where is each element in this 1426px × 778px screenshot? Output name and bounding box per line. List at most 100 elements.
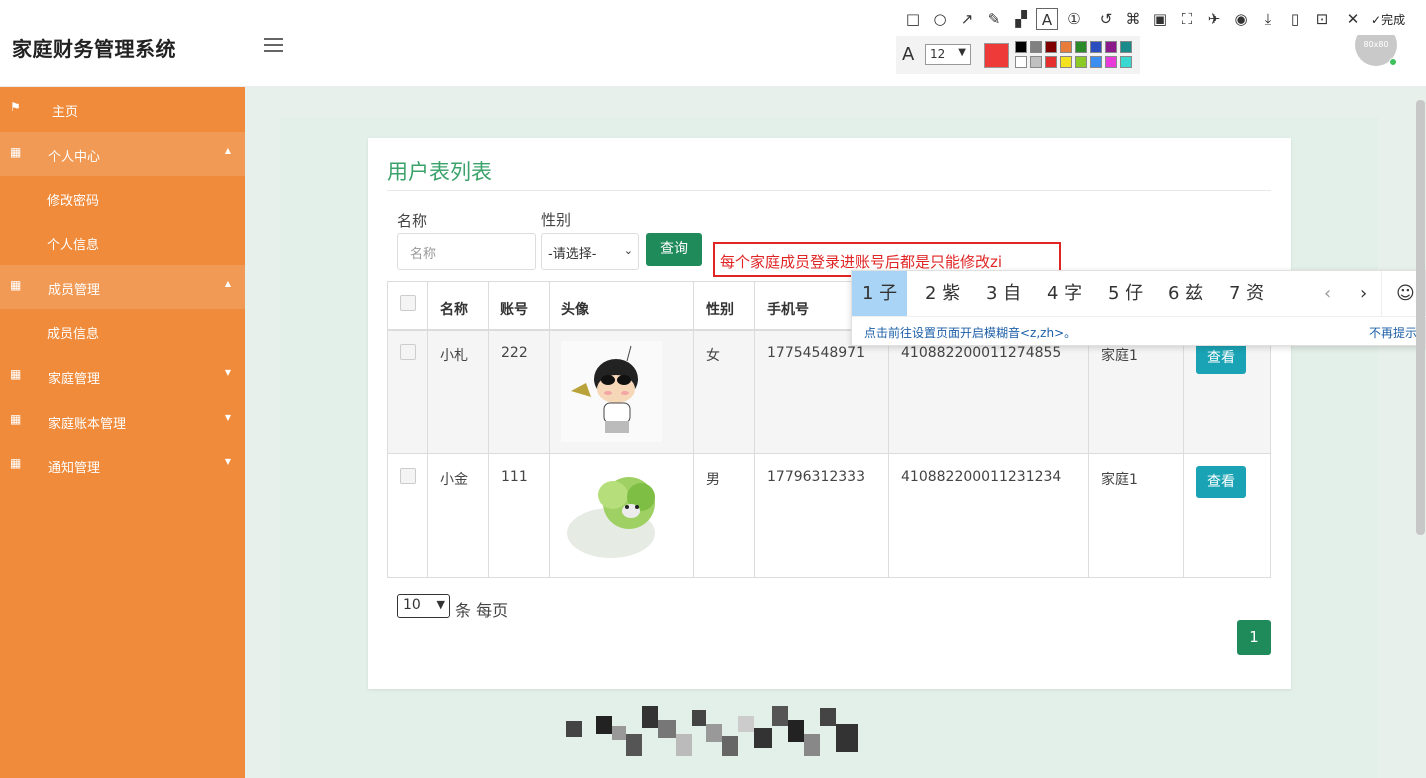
chevron-up-icon: ▲	[224, 279, 231, 288]
translate-icon[interactable]: ▣	[1149, 8, 1171, 30]
ime-candidate[interactable]: 1 子	[852, 271, 908, 316]
flag-icon: ⚑	[10, 100, 21, 114]
color-swatch[interactable]	[1105, 56, 1117, 68]
close-icon[interactable]: ✕	[1342, 8, 1364, 30]
phone-icon[interactable]: ▯	[1284, 8, 1306, 30]
ocr-icon[interactable]: ⌘	[1122, 8, 1144, 30]
color-swatch[interactable]	[1030, 56, 1042, 68]
sidebar-item-personal-info[interactable]: 个人信息	[0, 220, 245, 264]
page-title: 用户表列表	[387, 160, 492, 184]
color-swatch[interactable]	[1060, 41, 1072, 53]
number-tool-icon[interactable]: ①	[1063, 8, 1085, 30]
chevron-down-icon: ▼	[958, 47, 966, 58]
sidebar-item-home[interactable]: ⚑ 主页	[0, 87, 245, 131]
sidebar-item-family-management[interactable]: ▦ 家庭管理 ▼	[0, 354, 245, 398]
sidebar-item-family-ledger[interactable]: ▦ 家庭账本管理 ▼	[0, 399, 245, 443]
sidebar-item-personal-center[interactable]: ▦ 个人中心 ▲	[0, 132, 245, 176]
color-swatch[interactable]	[1090, 56, 1102, 68]
color-swatch[interactable]	[1045, 41, 1057, 53]
color-swatch[interactable]	[1075, 56, 1087, 68]
pencil-tool-icon[interactable]: ✎	[983, 8, 1005, 30]
record-icon[interactable]: ◉	[1230, 8, 1252, 30]
long-screenshot-icon[interactable]: ⛶	[1176, 8, 1198, 30]
ime-hint-link[interactable]: 点击前往设置页面开启模糊音<z,zh>。	[864, 324, 1076, 341]
sidebar-item-notice-management[interactable]: ▦ 通知管理 ▼	[0, 443, 245, 487]
current-color-swatch[interactable]	[984, 43, 1009, 68]
column-header-gender: 性别	[706, 302, 734, 318]
ime-candidate[interactable]: 5 仔	[1098, 271, 1153, 316]
color-swatch[interactable]	[1120, 56, 1132, 68]
grid-icon: ▦	[10, 412, 22, 426]
color-swatch[interactable]	[1120, 41, 1132, 53]
cell-id-number: 410882200011274855	[901, 345, 1062, 361]
cell-name: 小金	[440, 472, 468, 488]
ime-candidate[interactable]: 3 自	[976, 271, 1031, 316]
sidebar-item-member-management[interactable]: ▦ 成员管理 ▲	[0, 265, 245, 309]
sidebar-item-member-info[interactable]: 成员信息	[0, 309, 245, 353]
page-size-suffix: 条 每页	[455, 601, 509, 620]
view-button[interactable]: 查看	[1196, 466, 1246, 498]
search-button[interactable]: 查询	[646, 233, 702, 266]
ime-candidate[interactable]: 6 兹	[1158, 271, 1213, 316]
cell-account: 222	[501, 345, 528, 361]
chevron-right-icon[interactable]: ›	[1360, 271, 1367, 316]
ime-candidate[interactable]: 2 紫	[915, 271, 970, 316]
color-swatch[interactable]	[1015, 41, 1027, 53]
gender-filter-select[interactable]: -请选择- ⌄	[541, 233, 639, 270]
grid-icon: ▦	[10, 367, 22, 381]
view-button[interactable]: 查看	[1196, 342, 1246, 374]
page-size-select[interactable]: 10 ▼	[397, 594, 450, 618]
undo-icon[interactable]: ↺	[1095, 8, 1117, 30]
column-header-avatar: 头像	[561, 302, 589, 318]
ime-dismiss-link[interactable]: 不再提示	[1369, 324, 1417, 341]
ime-candidate[interactable]: 4 字	[1037, 271, 1092, 316]
bookmark-icon[interactable]: ⊡	[1311, 8, 1333, 30]
cell-phone: 17796312333	[767, 469, 865, 485]
gender-filter-label: 性别	[541, 211, 572, 229]
rectangle-tool-icon[interactable]: □	[902, 8, 924, 30]
chevron-down-icon: ▼	[224, 457, 231, 466]
row-checkbox[interactable]	[400, 468, 416, 484]
sidebar-item-change-password[interactable]: 修改密码	[0, 176, 245, 220]
chevron-down-icon: ▼	[436, 598, 445, 611]
menu-toggle-icon[interactable]	[264, 38, 283, 52]
cell-id-number: 410882200011231234	[901, 469, 1062, 485]
color-swatch[interactable]	[1045, 56, 1057, 68]
name-filter-input[interactable]: 名称	[397, 233, 536, 270]
color-swatch[interactable]	[1105, 41, 1117, 53]
ime-candidate[interactable]: 7 资	[1219, 271, 1274, 316]
select-all-checkbox[interactable]	[400, 295, 416, 311]
page-number-button[interactable]: 1	[1237, 620, 1271, 655]
chevron-down-icon: ▼	[224, 368, 231, 377]
download-icon[interactable]: ⤓	[1257, 8, 1279, 30]
app-title: 家庭财务管理系统	[12, 37, 176, 61]
font-size-select[interactable]: 12 ▼	[925, 44, 971, 65]
grid-icon: ▦	[10, 456, 22, 470]
color-swatch[interactable]	[1090, 41, 1102, 53]
grid-icon: ▦	[10, 145, 22, 159]
cell-phone: 17754548971	[767, 345, 865, 361]
pin-icon[interactable]: ✈	[1203, 8, 1225, 30]
mosaic-tool-icon[interactable]: ▞	[1010, 8, 1032, 30]
ime-candidate-window: 1 子 2 紫 3 自 4 字 5 仔 6 兹 7 资 ‹ › ☺ 点击前往设置…	[851, 270, 1426, 346]
color-swatch[interactable]	[1060, 56, 1072, 68]
cell-family: 家庭1	[1101, 348, 1138, 364]
column-header-phone: 手机号	[767, 302, 809, 318]
scrollbar-thumb[interactable]	[1416, 100, 1425, 535]
emoji-icon[interactable]: ☺	[1396, 271, 1415, 316]
screenshot-toolbar: □ ○ ↗ ✎ ▞ A ① ↺ ⌘ ▣ ⛶ ✈ ◉ ⤓ ▯ ⊡ ✕ ✓完成	[896, 5, 1426, 35]
arrow-tool-icon[interactable]: ↗	[956, 8, 978, 30]
done-button[interactable]: ✓完成	[1371, 11, 1405, 28]
ellipse-tool-icon[interactable]: ○	[929, 8, 951, 30]
chevron-left-icon[interactable]: ‹	[1324, 271, 1331, 316]
cell-gender: 女	[706, 348, 720, 364]
font-style-bar: A 12 ▼	[896, 36, 1140, 74]
color-swatch[interactable]	[1075, 41, 1087, 53]
row-checkbox[interactable]	[400, 344, 416, 360]
check-icon: ✓	[1371, 13, 1382, 27]
chevron-down-icon: ▼	[224, 413, 231, 422]
color-swatch[interactable]	[1030, 41, 1042, 53]
color-swatch[interactable]	[1015, 56, 1027, 68]
text-tool-icon[interactable]: A	[1036, 8, 1058, 30]
grid-icon: ▦	[10, 278, 22, 292]
